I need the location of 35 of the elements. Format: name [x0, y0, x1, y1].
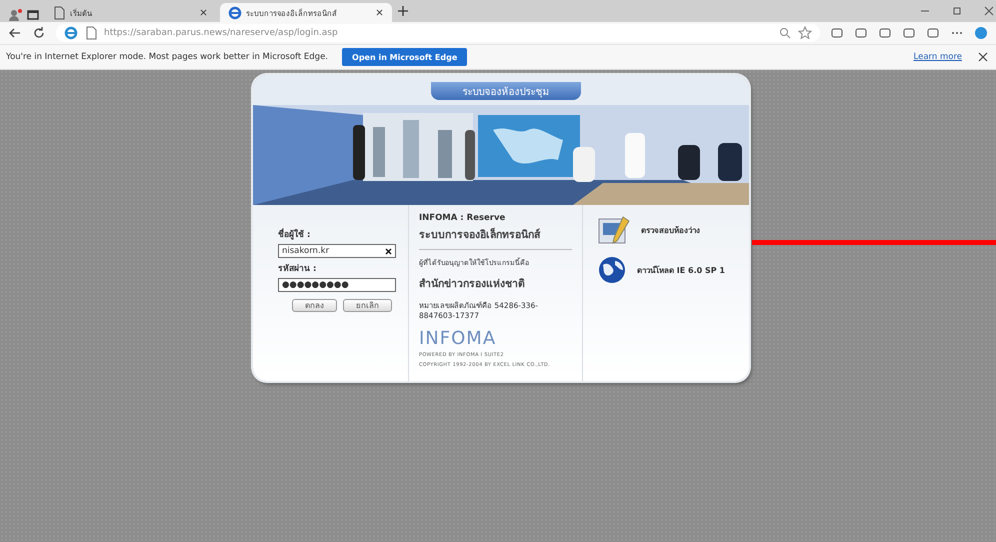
star-icon[interactable] [798, 26, 812, 40]
globe-icon[interactable] [597, 255, 627, 285]
close-tab-icon[interactable] [375, 8, 384, 17]
ie-icon [228, 6, 242, 20]
zoom-icon[interactable] [778, 26, 792, 40]
new-tab-icon[interactable] [396, 4, 410, 18]
ie-icon [64, 26, 78, 40]
page-icon [52, 6, 66, 20]
username-field[interactable]: nisakorn.kr [278, 244, 396, 258]
page-icon [84, 26, 98, 40]
refresh-icon[interactable] [32, 26, 46, 40]
url-text: https://saraban.parus.news/nareserve/asp/login.asp [104, 28, 338, 38]
open-in-edge-button[interactable]: Open in Microsoft Edge [342, 48, 468, 66]
back-icon[interactable] [8, 26, 22, 40]
ok-button[interactable]: ตกลง [292, 299, 337, 312]
cancel-button[interactable]: ยกเลิก [343, 299, 392, 312]
organization-name: สำนักข่าวกรองแห่งชาติ [419, 277, 526, 292]
close-tab-icon[interactable] [199, 8, 208, 17]
username-label: ชื่อผู้ใช้ : [278, 227, 312, 241]
system-name: ระบบการจองอิเล็กทรอนิกส์ [419, 226, 572, 250]
password-label: รหัสผ่าน : [278, 263, 318, 275]
tab-actions-icon[interactable] [26, 8, 40, 22]
panel-title: ระบบจองห้องประชุม [431, 82, 581, 100]
clear-icon[interactable] [385, 248, 392, 254]
infobar-message: You're in Internet Explorer mode. Most pages work better in Microsoft Edge. [6, 52, 328, 62]
close-icon[interactable] [976, 50, 990, 64]
learn-more-link[interactable]: Learn more [914, 52, 962, 62]
menu-link[interactable]: ดาวน์โหลด IE 6.0 SP 1 [637, 264, 725, 276]
notebook-icon[interactable] [597, 215, 631, 245]
close-icon[interactable] [982, 4, 996, 18]
address-bar[interactable]: https://saraban.parus.news/nareserve/asp/login.asp [56, 24, 820, 42]
menu-link[interactable]: ตรวจสอบห้องว่าง [641, 224, 700, 236]
password-field[interactable]: ●●●●●●●●● [278, 278, 396, 292]
infoma-logo: INFOMA [419, 329, 498, 349]
product-name: INFOMA : Reserve [419, 213, 506, 223]
